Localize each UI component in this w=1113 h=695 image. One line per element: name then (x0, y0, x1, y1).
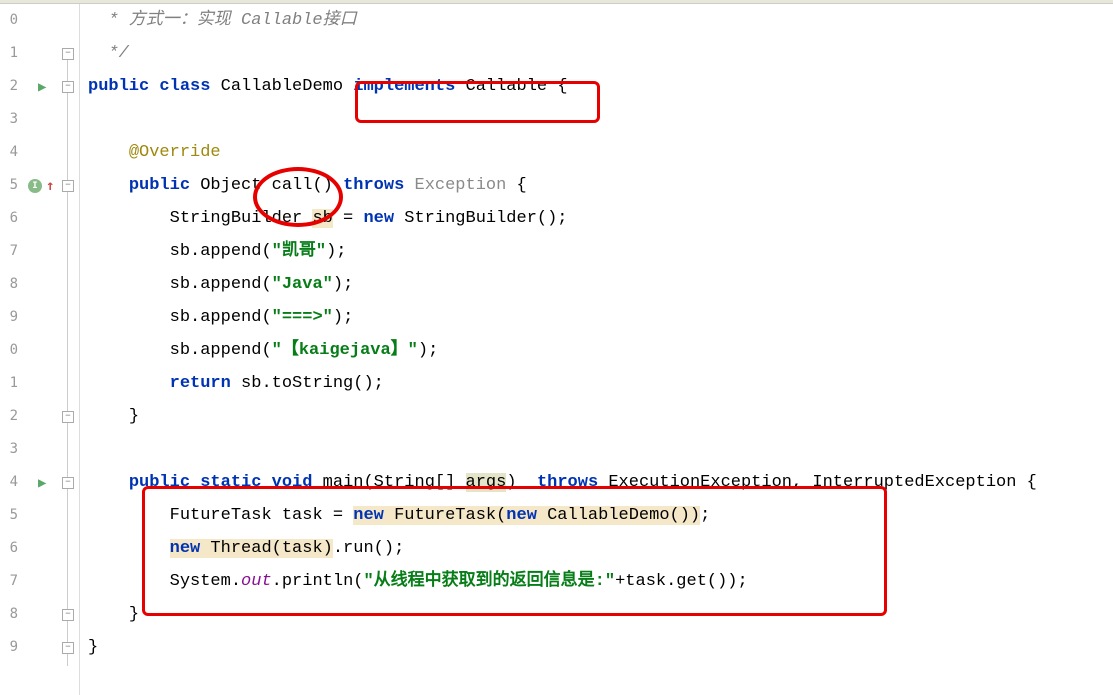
line-number: 2 (0, 70, 22, 103)
code-line: * 方式一：实现 Callable接口 (88, 4, 1113, 37)
code-line: sb.append("Java"); (88, 268, 1113, 301)
line-number: 6 (0, 532, 22, 565)
code-line: sb.append("【kaigejava】"); (88, 334, 1113, 367)
line-number: 9 (0, 301, 22, 334)
run-class-icon[interactable]: ▶ (38, 79, 46, 95)
line-number: 4 (0, 136, 22, 169)
icon-gutter: ▶ I ↑ ▶ (22, 4, 60, 695)
fold-collapse-icon[interactable]: − (62, 48, 74, 60)
fold-gutter: − − − − − − − (60, 4, 80, 695)
editor-container: 0 1 2 3 4 5 6 7 8 9 0 1 2 3 4 5 6 7 8 9 … (0, 4, 1113, 695)
fold-collapse-icon[interactable]: − (62, 180, 74, 192)
line-number: 3 (0, 433, 22, 466)
code-line: StringBuilder sb = new StringBuilder(); (88, 202, 1113, 235)
fold-collapse-icon[interactable]: − (62, 609, 74, 621)
line-number: 8 (0, 598, 22, 631)
code-editor[interactable]: * 方式一：实现 Callable接口 */ public class Call… (80, 4, 1113, 695)
fold-collapse-icon[interactable]: − (62, 81, 74, 93)
line-number: 1 (0, 367, 22, 400)
run-main-icon[interactable]: ▶ (38, 475, 46, 491)
line-number: 0 (0, 334, 22, 367)
code-line (88, 103, 1113, 136)
code-line (88, 433, 1113, 466)
fold-collapse-icon[interactable]: − (62, 642, 74, 654)
fold-collapse-icon[interactable]: − (62, 411, 74, 423)
line-number: 1 (0, 37, 22, 70)
fold-collapse-icon[interactable]: − (62, 477, 74, 489)
line-number: 5 (0, 499, 22, 532)
code-line: } (88, 400, 1113, 433)
line-number-gutter: 0 1 2 3 4 5 6 7 8 9 0 1 2 3 4 5 6 7 8 9 (0, 4, 22, 695)
line-number: 7 (0, 565, 22, 598)
line-number: 5 (0, 169, 22, 202)
line-number: 3 (0, 103, 22, 136)
line-number: 8 (0, 268, 22, 301)
code-line: */ (88, 37, 1113, 70)
code-line: System.out.println("从线程中获取到的返回信息是:"+task… (88, 565, 1113, 598)
line-number: 2 (0, 400, 22, 433)
line-number: 0 (0, 4, 22, 37)
line-number: 4 (0, 466, 22, 499)
code-line: public Object call() throws Exception { (88, 169, 1113, 202)
line-number: 7 (0, 235, 22, 268)
line-number: 6 (0, 202, 22, 235)
code-line: public class CallableDemo implements Cal… (88, 70, 1113, 103)
implements-method-icon[interactable]: I (28, 179, 42, 193)
code-line: return sb.toString(); (88, 367, 1113, 400)
code-line: @Override (88, 136, 1113, 169)
code-line: sb.append("凯哥"); (88, 235, 1113, 268)
line-number: 9 (0, 631, 22, 664)
code-line: public static void main(String[] args) t… (88, 466, 1113, 499)
code-line: new Thread(task).run(); (88, 532, 1113, 565)
code-line: sb.append("===>"); (88, 301, 1113, 334)
navigate-up-icon[interactable]: ↑ (46, 178, 54, 194)
code-line: } (88, 631, 1113, 664)
code-line: } (88, 598, 1113, 631)
code-line: FutureTask task = new FutureTask(new Cal… (88, 499, 1113, 532)
